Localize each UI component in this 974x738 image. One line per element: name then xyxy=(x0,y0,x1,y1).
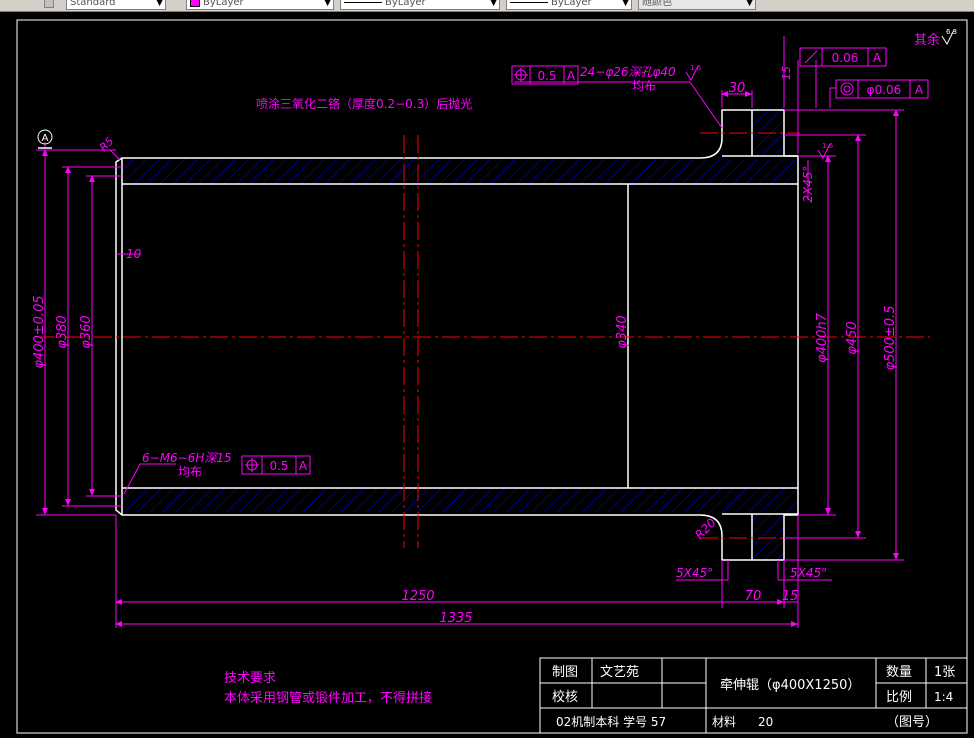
color-value: ByLayer xyxy=(203,0,244,8)
dim-15: 15 xyxy=(782,589,799,604)
text-style-value: Standard xyxy=(70,0,116,8)
dim-d450: φ450 xyxy=(845,321,860,354)
dim-30: 30 xyxy=(729,81,746,96)
dim-d400h7: φ400h7 xyxy=(815,312,830,363)
tb-check-label: 校核 xyxy=(552,689,578,705)
concentricity-datum: A xyxy=(915,83,924,97)
tb-material-label: 材料 xyxy=(712,715,736,729)
dim-1250: 1250 xyxy=(401,589,434,604)
holes-left-even: 均布 xyxy=(178,465,202,479)
tb-class-info: 02机制本科 学号 57 xyxy=(556,714,666,729)
drawing-border xyxy=(16,19,968,734)
plot-style-dropdown[interactable]: 随颜色 ▼ xyxy=(638,0,756,10)
tb-qty-label: 数量 xyxy=(886,665,912,680)
position-left-value: 0.5 xyxy=(269,459,288,473)
tolerance-frame-concentricity: φ0.06 A xyxy=(835,79,929,99)
color-swatch-icon xyxy=(190,0,200,7)
concentricity-icon xyxy=(840,82,854,96)
tb-material-value: 20 xyxy=(758,715,773,729)
roughness-rest-value: 6.3 xyxy=(946,28,957,36)
position-right-value: 0.5 xyxy=(537,69,556,83)
roughness-right-value: 1.6 xyxy=(822,142,834,150)
chevron-down-icon: ▼ xyxy=(490,0,497,8)
tb-part-name: 牵伸辊（φ400X1250） xyxy=(720,678,860,693)
tb-drawn-name: 文艺苑 xyxy=(600,665,639,680)
dim-d400-tol: φ400±0.05 xyxy=(32,295,47,368)
lineweight-value: ByLayer xyxy=(551,0,592,8)
color-dropdown[interactable]: ByLayer ▼ xyxy=(186,0,334,10)
holes-right-even: 均布 xyxy=(632,79,656,93)
position-left-datum: A xyxy=(299,459,308,473)
dim-1335: 1335 xyxy=(439,611,472,626)
runout-datum: A xyxy=(873,51,882,65)
plot-style-value: 随颜色 xyxy=(642,0,672,8)
linetype-sample-icon xyxy=(344,1,382,3)
text-style-dropdown[interactable]: Standard ▼ xyxy=(66,0,166,10)
tb-drawing-no: （图号） xyxy=(886,715,938,730)
tb-scale-value: 1:4 xyxy=(934,690,953,704)
section-hatching xyxy=(122,108,798,562)
dim-10: 10 xyxy=(126,247,142,261)
center-lines xyxy=(36,132,930,548)
properties-toolbar: Standard ▼ ByLayer ▼ ByLayer ▼ ByLayer ▼ 随颜色… xyxy=(0,0,974,12)
surface-finish-rest: 其余 xyxy=(914,32,940,48)
datum-label: A xyxy=(42,133,49,144)
coating-note: 喷涂三氧化二铬（厚度0.2−0.3）后抛光 xyxy=(256,96,472,111)
linetype-value: ByLayer xyxy=(385,0,426,8)
dim-70: 70 xyxy=(745,589,762,604)
dim-d380: φ380 xyxy=(55,315,70,348)
runout-icon xyxy=(804,50,818,64)
chamfer-5x45-left: 5X45° xyxy=(676,566,713,580)
position-right-datum: A xyxy=(567,69,576,83)
lineweight-sample-icon xyxy=(510,1,548,3)
tb-qty-value: 1张 xyxy=(934,665,955,680)
tolerance-frame-runout: 0.06 A xyxy=(799,47,887,67)
runout-value: 0.06 xyxy=(832,51,859,65)
tb-drawn-label: 制图 xyxy=(552,665,578,680)
chevron-down-icon: ▼ xyxy=(746,0,753,8)
tolerance-frame-position-left: 0.5 A xyxy=(241,455,311,475)
chamfer-2x45: 2X45° xyxy=(801,165,815,202)
drawing-canvas[interactable]: A φ400±0.05 φ380 φ360 φ340 φ400h7 φ450 φ… xyxy=(0,12,974,738)
chevron-down-icon: ▼ xyxy=(156,0,163,8)
holes-left-spec: 6−M6−6H深15 xyxy=(142,451,232,465)
tb-scale-label: 比例 xyxy=(886,690,912,705)
roughness-top-value: 1.6 xyxy=(690,64,702,72)
chamfer-5x45-right: 5X45° xyxy=(790,566,827,580)
tech-req-title: 技术要求 xyxy=(224,671,276,686)
dim-15-top: 15 xyxy=(780,66,793,80)
dim-d340: φ340 xyxy=(615,315,630,348)
dim-d500-tol: φ500±0.5 xyxy=(883,306,898,371)
tech-req-line1: 本体采用钢管或锻件加工，不得拼接 xyxy=(224,690,432,706)
holes-right-spec: 24−φ26深孔φ40 xyxy=(580,65,676,79)
lineweight-dropdown[interactable]: ByLayer ▼ xyxy=(506,0,632,10)
chevron-down-icon: ▼ xyxy=(622,0,629,8)
dim-d360: φ360 xyxy=(79,315,94,348)
chevron-down-icon: ▼ xyxy=(324,0,331,8)
tolerance-frame-position-right: 0.5 A xyxy=(511,65,579,85)
radius-r5: R5 xyxy=(97,135,117,155)
text-style-icon[interactable] xyxy=(44,0,54,8)
concentricity-value: φ0.06 xyxy=(867,83,902,97)
linetype-dropdown[interactable]: ByLayer ▼ xyxy=(340,0,500,10)
